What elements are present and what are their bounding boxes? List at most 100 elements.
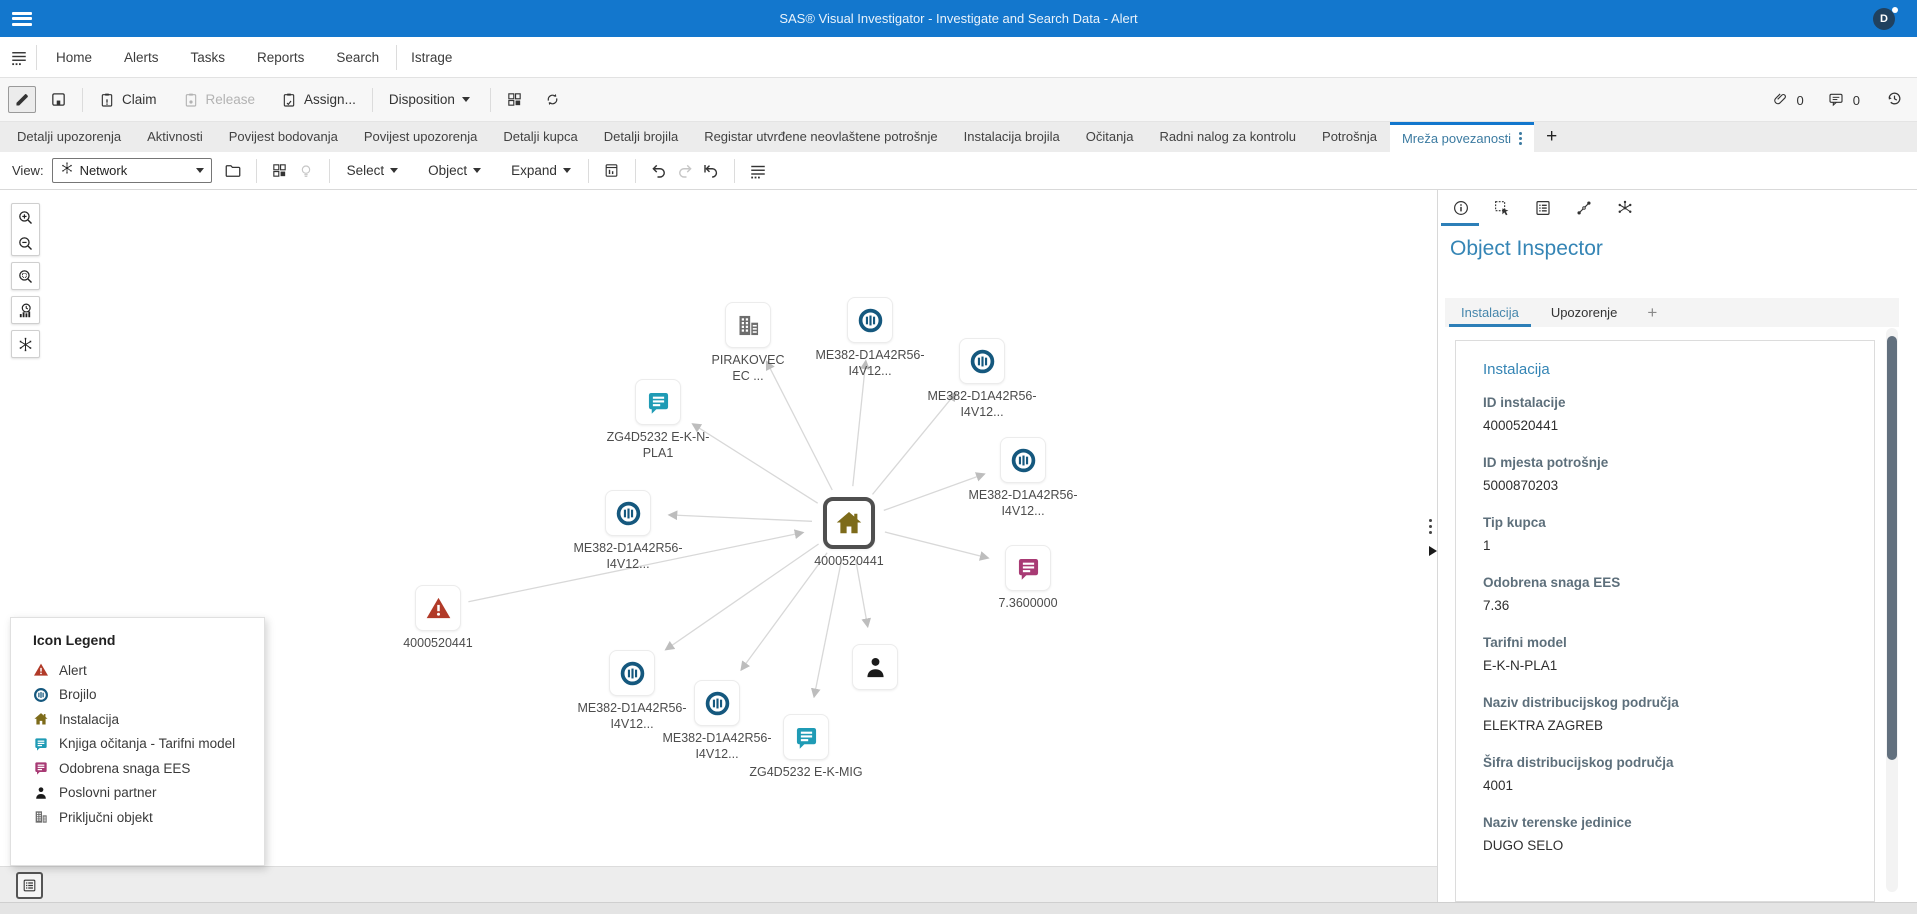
link-path-icon[interactable]	[1573, 197, 1595, 219]
inspector-field: Tarifni modelE-K-N-PLA1	[1483, 635, 1848, 673]
app-bar: SAS® Visual Investigator - Investigate a…	[0, 0, 1917, 37]
select-dropdown[interactable]: Select	[340, 159, 406, 182]
graph-node-meter[interactable]	[605, 490, 651, 536]
legend-item: Instalacija	[33, 707, 264, 732]
menu-item-search[interactable]: Search	[330, 50, 385, 65]
graph-node-building[interactable]	[725, 302, 771, 348]
graph-node-alert[interactable]	[415, 585, 461, 631]
graph-node-meter[interactable]	[959, 338, 1005, 384]
view-tab[interactable]: Očitanja	[1073, 122, 1147, 152]
graph-node-meter[interactable]	[1000, 437, 1046, 483]
view-tab[interactable]: Registar utvrđene neovlaštene potrošnje	[691, 122, 950, 152]
open-folder-button[interactable]	[220, 158, 246, 184]
redo-button[interactable]	[672, 158, 698, 184]
insight-bulb-button[interactable]	[293, 158, 319, 184]
history-icon[interactable]	[1886, 90, 1903, 110]
menu-item-alerts[interactable]: Alerts	[118, 50, 165, 65]
undo-button[interactable]	[646, 158, 672, 184]
tab-menu-icon[interactable]	[1519, 132, 1522, 135]
view-tab-active[interactable]: Mreža povezanosti	[1390, 122, 1534, 152]
network-tools-icon[interactable]	[1614, 197, 1636, 219]
layout-panel-button[interactable]	[599, 158, 625, 184]
tab-upozorenje[interactable]: Upozorenje	[1535, 298, 1634, 327]
expand-dropdown[interactable]: Expand	[504, 159, 578, 182]
book_teal-icon	[33, 736, 49, 752]
legend-item: Alert	[33, 658, 264, 683]
graph-node-book_teal[interactable]	[783, 714, 829, 760]
view-tab[interactable]: Instalacija brojila	[951, 122, 1073, 152]
inspector-title: Object Inspector	[1450, 237, 1603, 261]
graph-node-meter[interactable]	[609, 650, 655, 696]
graph-node-house[interactable]	[823, 497, 875, 549]
menu-item-home[interactable]: Home	[50, 50, 98, 65]
graph-node-meter[interactable]	[694, 680, 740, 726]
field-value: ELEKTRA ZAGREB	[1483, 718, 1848, 733]
timeline-button[interactable]	[12, 297, 39, 323]
graph-node-meter[interactable]	[847, 297, 893, 343]
info-tab-icon[interactable]	[1450, 197, 1472, 219]
comment-count: 0	[1853, 93, 1860, 108]
divider	[36, 45, 37, 70]
display-settings-button[interactable]	[745, 158, 771, 184]
inspector-scrollbar-thumb[interactable]	[1887, 336, 1897, 760]
tab-instalacija[interactable]: Instalacija	[1445, 298, 1535, 327]
inspector-tabs: Instalacija Upozorenje +	[1445, 298, 1899, 327]
workspace-button[interactable]	[501, 86, 529, 113]
view-tab[interactable]: Detalji brojila	[591, 122, 691, 152]
legend-item: Priključni objekt	[33, 805, 264, 830]
pages-list-icon[interactable]	[10, 49, 28, 72]
view-tab[interactable]: Aktivnosti	[134, 122, 216, 152]
zoom-to-fit-button[interactable]	[12, 263, 39, 289]
view-select-value: Network	[80, 163, 190, 178]
view-select-dropdown[interactable]: Network	[52, 158, 212, 183]
add-inspector-tab-button[interactable]: +	[1633, 298, 1671, 327]
legend-toggle-button[interactable]	[16, 872, 43, 899]
view-tab[interactable]: Povijest upozorenja	[351, 122, 490, 152]
inspector-field: Naziv distribucijskog područja ELEKTRA ZA…	[1483, 695, 1848, 733]
legend-title: Icon Legend	[33, 632, 264, 648]
field-label: Naziv distribucijskog područja	[1483, 695, 1848, 710]
meter-icon	[33, 687, 49, 703]
view-tab[interactable]: Potrošnja	[1309, 122, 1390, 152]
graph-node-book_teal[interactable]	[635, 379, 681, 425]
select-objects-icon[interactable]	[1491, 197, 1513, 219]
view-tab[interactable]: Detalji kupca	[490, 122, 590, 152]
building-icon	[33, 809, 49, 825]
zoom-out-button[interactable]	[12, 230, 39, 256]
object-dropdown[interactable]: Object	[421, 159, 488, 182]
reset-layout-button[interactable]	[698, 158, 724, 184]
graph-node-book_pink[interactable]	[1005, 545, 1051, 591]
caret-down-icon	[473, 168, 481, 173]
add-to-workspace-button[interactable]	[267, 158, 293, 184]
comment-icon[interactable]	[1828, 91, 1844, 110]
menu-item-tasks[interactable]: Tasks	[185, 50, 232, 65]
menu-item-reports[interactable]: Reports	[251, 50, 310, 65]
legend-item: Odobrena snaga EES	[33, 756, 264, 781]
refresh-button[interactable]	[539, 86, 567, 113]
attachment-icon[interactable]	[1772, 91, 1788, 110]
house-icon	[33, 711, 49, 727]
field-value: 7.36	[1483, 598, 1848, 613]
edit-mode-button[interactable]	[8, 86, 36, 113]
book_pink-icon	[33, 760, 49, 776]
view-tab[interactable]: Povijest bodovanja	[216, 122, 351, 152]
view-toolbar: View: Network Select Object Expand	[0, 152, 1917, 190]
claim-button[interactable]: Claim	[93, 88, 163, 112]
view-tab[interactable]: Detalji upozorenja	[4, 122, 134, 152]
field-value: 4000520441	[1483, 418, 1848, 433]
collapse-panel-icon[interactable]	[1429, 546, 1437, 556]
view-tab[interactable]: Radni nalog za kontrolu	[1146, 122, 1309, 152]
layout-network-button[interactable]	[12, 331, 39, 357]
panel-splitter-handle[interactable]	[1429, 516, 1432, 537]
caret-down-icon	[563, 168, 571, 173]
note-button[interactable]	[44, 86, 72, 113]
details-form-icon[interactable]	[1532, 197, 1554, 219]
graph-node-person[interactable]	[852, 644, 898, 690]
assign-button[interactable]: Assign...	[275, 88, 362, 112]
release-button[interactable]: Release	[177, 88, 262, 112]
disposition-dropdown[interactable]: Disposition	[383, 88, 480, 111]
menu-item-istrage[interactable]: Istrage	[405, 50, 458, 65]
network-canvas[interactable]: PIRAKOVECEC ...ME382-D1A42R56-I4V12...ME…	[0, 190, 1437, 902]
add-view-tab-button[interactable]: +	[1534, 122, 1569, 152]
zoom-in-button[interactable]	[12, 204, 39, 230]
